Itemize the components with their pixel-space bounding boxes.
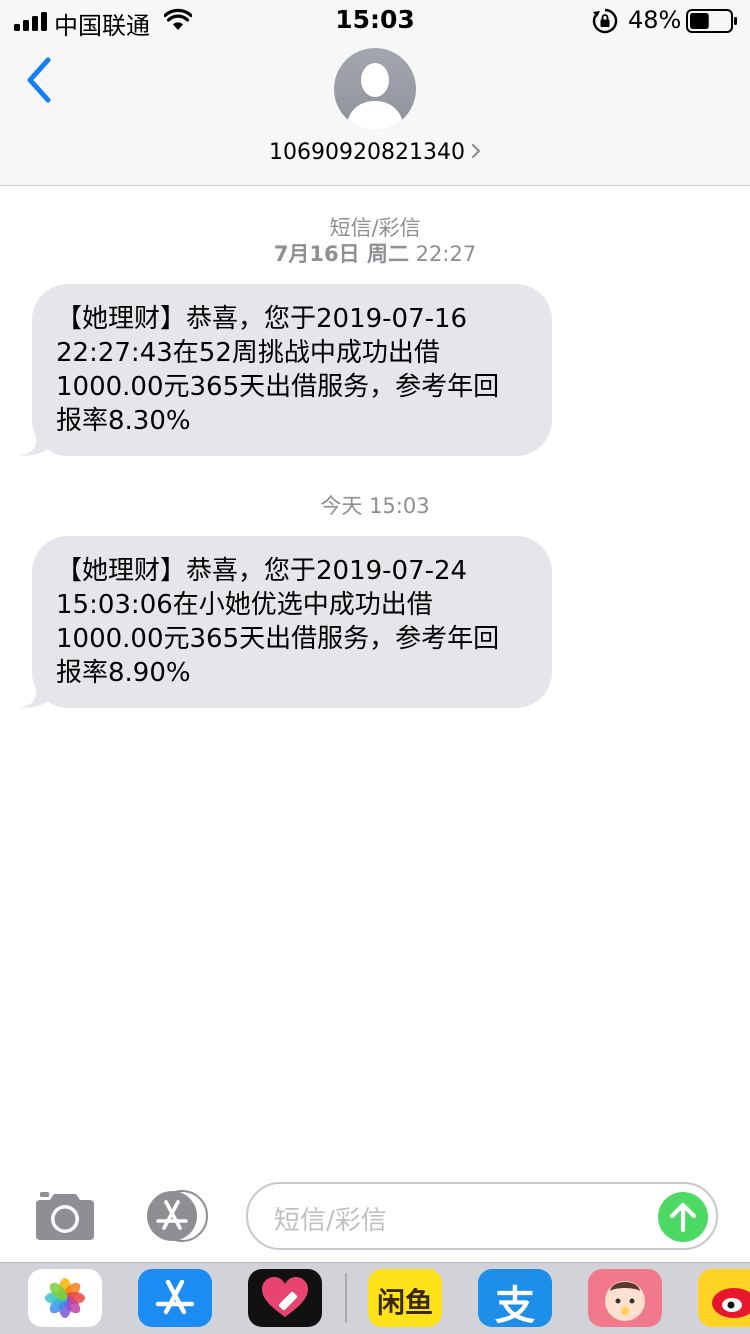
timestamp-time: 今天 15:03 (320, 494, 430, 518)
app-store-app-button[interactable] (138, 1269, 212, 1327)
camera-button[interactable] (32, 1190, 98, 1242)
message-line: 【她理财】恭喜，您于2019-07-16 (56, 304, 468, 334)
baby-app-button[interactable] (588, 1269, 662, 1327)
orientation-lock-icon (592, 8, 618, 34)
drawer-separator (345, 1273, 347, 1323)
compose-bar: 短信/彩信 (0, 1176, 750, 1262)
heart-app-icon (262, 1277, 308, 1317)
message-input[interactable]: 短信/彩信 (246, 1182, 718, 1250)
send-button[interactable] (658, 1192, 708, 1242)
battery-percent: 48% (628, 6, 682, 34)
xianyu-app-button[interactable]: 闲鱼 (368, 1269, 442, 1327)
message-line: 15:03:06在小她优选中成功出借 (56, 590, 433, 620)
message-line: 报率8.30% (56, 406, 191, 436)
photos-app-button[interactable] (28, 1269, 102, 1327)
weibo-app-button[interactable] (698, 1269, 750, 1327)
message-input-placeholder: 短信/彩信 (274, 1206, 387, 1236)
message-timestamp: 今天 15:03 (0, 490, 750, 520)
message-line: 22:27:43在52周挑战中成功出借 (56, 338, 440, 368)
app-store-icon (155, 1279, 195, 1315)
contact-number: 10690920821340 (269, 140, 465, 165)
timestamp-date: 7月16日 周二 (273, 242, 409, 266)
photos-app-icon (45, 1278, 85, 1318)
message-line: 1000.00元365天出借服务，参考年回 (56, 624, 500, 654)
alipay-app-button[interactable]: 支 (478, 1269, 552, 1327)
message-line: 报率8.90% (56, 658, 191, 688)
back-button[interactable] (20, 54, 60, 106)
imessage-app-drawer: 闲鱼 支 (0, 1262, 750, 1334)
contact-name-button[interactable]: 10690920821340 (0, 140, 750, 165)
xianyu-app-icon: 闲鱼 (376, 1286, 433, 1319)
message-line: 1000.00元365天出借服务，参考年回 (56, 372, 500, 402)
message-text: 【她理财】恭喜，您于2019-07-24 15:03:06在小她优选中成功出借 … (32, 536, 552, 708)
app-store-button[interactable] (140, 1190, 212, 1242)
arrow-up-icon (669, 1202, 697, 1233)
person-silhouette-icon (346, 63, 404, 130)
message-line: 【她理财】恭喜，您于2019-07-24 (56, 556, 468, 586)
message-bubble[interactable]: 【她理财】恭喜，您于2019-07-24 15:03:06在小她优选中成功出借 … (20, 536, 552, 708)
camera-icon (36, 1192, 94, 1240)
timestamp-time: 22:27 (415, 242, 477, 266)
alipay-app-icon: 支 (495, 1283, 535, 1327)
conversation-header: 10690920821340 (0, 40, 750, 186)
chevron-right-icon (471, 143, 481, 159)
message-text: 【她理财】恭喜，您于2019-07-16 22:27:43在52周挑战中成功出借… (32, 284, 552, 456)
message-timestamp: 7月16日 周二 22:27 (0, 238, 750, 268)
weibo-app-icon (712, 1288, 750, 1318)
message-bubble[interactable]: 【她理财】恭喜，您于2019-07-16 22:27:43在52周挑战中成功出借… (20, 284, 552, 456)
baby-app-icon (605, 1281, 645, 1321)
status-bar: 中国联通 15:03 48% (0, 0, 750, 40)
battery-icon (686, 9, 737, 33)
contact-avatar[interactable] (334, 48, 416, 130)
heart-app-button[interactable] (248, 1269, 322, 1327)
